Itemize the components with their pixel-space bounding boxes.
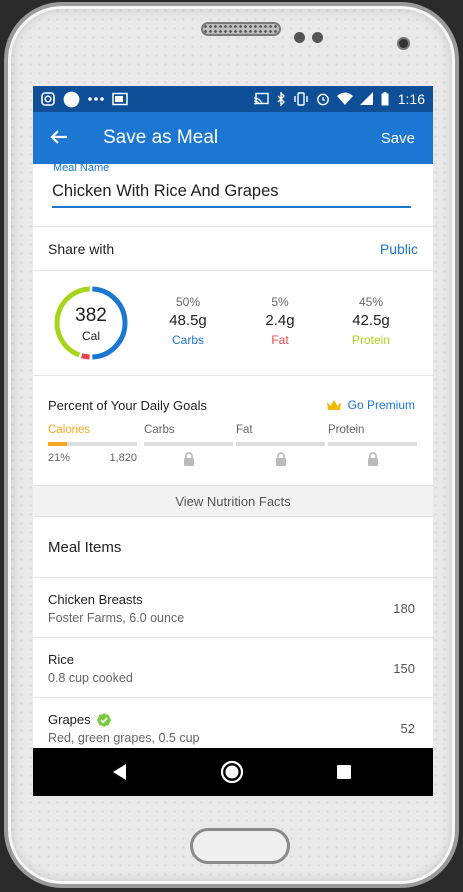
macro-name: Fat — [271, 333, 289, 347]
battery-icon — [381, 92, 389, 106]
goal-name: Calories — [48, 424, 91, 436]
macro-amount: 2.4g — [265, 312, 295, 329]
share-value[interactable]: Public — [380, 241, 418, 257]
wifi-icon — [336, 92, 353, 105]
goal-name: Protein — [328, 424, 365, 436]
goals-title: Percent of Your Daily Goals — [48, 398, 207, 413]
meal-items-card: Meal Items Chicken Breasts Foster Farms,… — [33, 517, 433, 748]
cast-icon — [112, 92, 128, 106]
macro-amount: 42.5g — [352, 312, 390, 329]
goal-percent: 21% — [48, 452, 71, 464]
nav-recents-icon[interactable] — [337, 765, 351, 779]
android-nav-bar — [33, 748, 433, 796]
share-label: Share with — [48, 240, 115, 257]
nav-back-icon[interactable] — [113, 764, 127, 780]
goal-progress-bar — [144, 442, 233, 446]
sensor-icon — [312, 32, 323, 43]
status-bar: 1:16 — [33, 86, 433, 112]
goal-calories: Calories 21% 1,820 — [48, 424, 137, 464]
meal-item-calories: 52 — [400, 721, 415, 736]
bluetooth-icon — [277, 92, 285, 106]
goal-progress-bar — [328, 442, 417, 446]
goal-fat: Fat — [236, 424, 325, 466]
hardware-home-button[interactable] — [190, 828, 290, 864]
goal-name: Fat — [236, 424, 253, 436]
macro-name: Protein — [351, 333, 391, 347]
macro-carbs: 50% 48.5g Carbs — [148, 295, 228, 347]
screen: 1:16 Save as Meal Save Meal Name Share w… — [33, 86, 433, 796]
macro-percent: 5% — [271, 295, 289, 309]
view-nutrition-facts-button[interactable]: View Nutrition Facts — [33, 485, 433, 517]
macro-name: Carbs — [171, 333, 204, 347]
meal-item-name: Chicken Breasts — [48, 592, 143, 607]
status-time: 1:16 — [397, 91, 425, 107]
verified-check-icon — [96, 712, 111, 727]
meal-item-calories: 150 — [393, 661, 415, 676]
more-icon — [88, 97, 104, 101]
cast-icon — [253, 92, 269, 105]
circle-icon — [63, 91, 80, 107]
meal-item-name: Grapes — [48, 712, 91, 727]
meal-item[interactable]: Rice 0.8 cup cooked 150 — [33, 637, 433, 697]
meal-name-label: Meal Name — [53, 164, 110, 174]
macro-percent: 45% — [358, 295, 384, 309]
app-bar: Save as Meal Save — [33, 112, 433, 164]
signal-icon — [359, 92, 373, 105]
meal-card: Meal Name Share with Public 382 Cal 50% … — [33, 164, 433, 485]
speaker-grille — [201, 22, 281, 36]
meal-item-desc: 0.8 cup cooked — [48, 671, 133, 685]
go-premium-label: Go Premium — [347, 398, 415, 412]
goal-name: Carbs — [144, 424, 175, 436]
macro-protein: 45% 42.5g Protein — [331, 295, 411, 347]
macro-amount: 48.5g — [169, 312, 207, 329]
crown-icon — [326, 400, 341, 410]
goal-protein: Protein — [328, 424, 417, 466]
goal-carbs: Carbs — [144, 424, 233, 466]
main-content: Meal Name Share with Public 382 Cal 50% … — [33, 164, 433, 748]
goal-target: 1,820 — [109, 452, 137, 464]
macro-fat: 5% 2.4g Fat — [240, 295, 320, 347]
macro-summary: 382 Cal 50% 48.5g Carbs 5% 2.4g Fat 45% … — [33, 270, 433, 375]
goal-progress-fill — [48, 442, 67, 446]
vibrate-icon — [294, 92, 308, 106]
meal-item-desc: Red, green grapes, 0.5 cup — [48, 731, 200, 745]
meal-item[interactable]: Grapes Red, green grapes, 0.5 cup 52 — [33, 697, 433, 748]
instagram-icon — [41, 92, 55, 106]
nav-home-icon[interactable] — [220, 760, 244, 784]
meal-name-block: Meal Name — [33, 164, 433, 226]
meal-items-title: Meal Items — [48, 538, 122, 556]
front-camera-icon — [397, 37, 410, 50]
page-title: Save as Meal — [103, 127, 219, 148]
alarm-icon — [316, 93, 329, 106]
sensor-icon — [294, 32, 305, 43]
meal-item-calories: 180 — [393, 601, 415, 616]
goal-progress-bar — [48, 442, 137, 446]
macro-percent: 50% — [175, 295, 201, 309]
lock-icon — [275, 452, 286, 466]
go-premium-link[interactable]: Go Premium — [326, 398, 415, 412]
meal-item-desc: Foster Farms, 6.0 ounce — [48, 611, 185, 625]
lock-icon — [367, 452, 378, 466]
back-arrow-icon[interactable] — [33, 124, 85, 152]
save-button[interactable]: Save — [381, 130, 415, 147]
ring-segment-fat — [81, 353, 90, 360]
calories-value: 382 — [75, 305, 107, 326]
daily-goals: Percent of Your Daily Goals Go Premium C… — [33, 375, 433, 485]
goal-progress-bar — [236, 442, 325, 446]
meal-item-name: Rice — [48, 652, 75, 667]
calories-label: Cal — [81, 329, 100, 343]
meal-name-input[interactable] — [52, 180, 411, 208]
meal-item[interactable]: Chicken Breasts Foster Farms, 6.0 ounce … — [33, 577, 433, 637]
lock-icon — [183, 452, 194, 466]
share-row[interactable]: Share with Public — [33, 226, 433, 270]
